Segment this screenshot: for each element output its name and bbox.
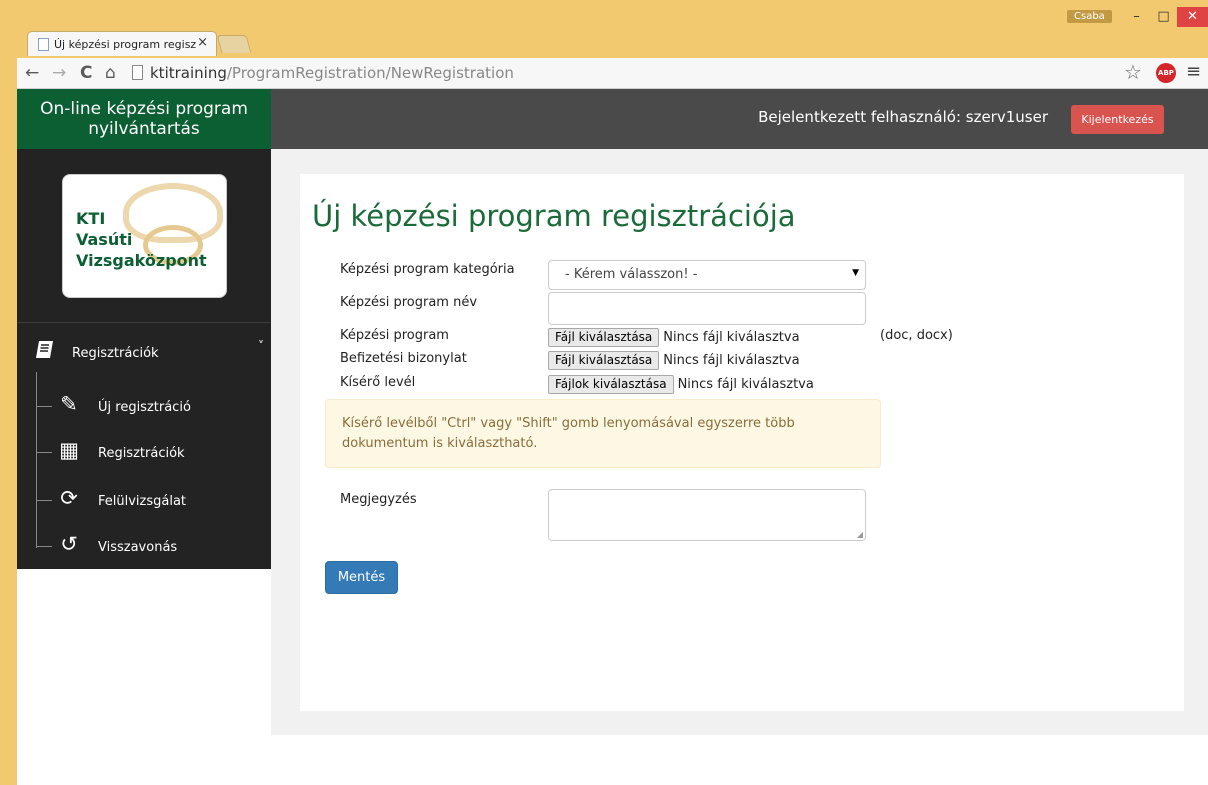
sidebar-item-label: Regisztrációk (98, 446, 185, 461)
chevron-down-icon[interactable]: ˅ (258, 339, 264, 353)
url-field[interactable]: ktitraining/ProgramRegistration/NewRegis… (150, 64, 514, 82)
undo-icon: ↺ (60, 532, 78, 556)
sidebar-divider (17, 322, 271, 323)
note-textarea[interactable]: ◢ (548, 489, 866, 541)
tree-tick (36, 546, 52, 547)
program-file-hint: (doc, docx) (880, 328, 953, 343)
url-host: ktitraining (150, 64, 227, 82)
sidebar-item-label: Felülvizsgálat (98, 494, 187, 509)
forward-arrow-icon[interactable]: → (52, 63, 66, 83)
program-file-label: Képzési program (340, 328, 449, 343)
sidebar-item-label: Visszavonás (98, 540, 178, 555)
logged-in-user: Bejelentkezett felhasználó: szerv1user (758, 108, 1048, 126)
tree-tick (36, 406, 52, 407)
logout-button[interactable]: Kijelentkezés (1071, 105, 1164, 134)
tab-title: Új képzési program regisz (54, 37, 197, 51)
page-icon (132, 65, 143, 80)
close-window-button[interactable]: ✕ (1177, 7, 1208, 27)
program-name-input[interactable] (548, 292, 866, 325)
sidebar-group-registrations[interactable]: Regisztrációk ˅ (34, 339, 264, 367)
browser-titlebar: Új képzési program regisz × Csaba – □ ✕ (0, 0, 1208, 58)
reload-icon[interactable]: C (80, 63, 92, 83)
cover-letter-label: Kísérő levél (340, 375, 416, 390)
brand-title[interactable]: On-line képzési program nyilvántartás (17, 89, 271, 149)
registration-form-panel: Új képzési program regisztrációja Képzés… (300, 174, 1184, 711)
sidebar-group-label: Regisztrációk (72, 346, 159, 361)
dropdown-caret-icon: ▼ (852, 268, 859, 278)
profile-badge[interactable]: Csaba (1067, 10, 1112, 23)
home-icon[interactable]: ⌂ (105, 63, 116, 83)
tree-tick (36, 500, 52, 501)
sidebar-item-new-registration[interactable]: ✎ Új regisztráció (36, 392, 266, 422)
page-favicon-icon (38, 37, 49, 51)
maximize-button[interactable]: □ (1150, 7, 1177, 27)
minimize-button[interactable]: – (1123, 7, 1150, 27)
note-label: Megjegyzés (340, 492, 417, 507)
back-arrow-icon[interactable]: ← (25, 63, 39, 83)
sidebar-item-registrations[interactable]: ▦ Regisztrációk (36, 438, 266, 468)
category-select[interactable]: - Kérem válasszon! - ▼ (548, 260, 866, 290)
url-path: /ProgramRegistration/NewRegistration (226, 64, 514, 82)
program-file-input: Fájl kiválasztása Nincs fájl kiválasztva (548, 328, 800, 348)
browser-tab[interactable]: Új képzési program regisz × (27, 31, 217, 56)
book-icon (34, 339, 56, 366)
address-bar: ← → C ⌂ ktitraining/ProgramRegistration/… (17, 58, 1208, 89)
sidebar-item-review[interactable]: ⟳ Felülvizsgálat (36, 486, 266, 516)
bookmark-star-icon[interactable]: ☆ (1124, 60, 1142, 84)
program-file-button[interactable]: Fájl kiválasztása (548, 328, 660, 347)
receipt-file-label: Befizetési bizonylat (340, 351, 467, 366)
sidebar: KTI Vasúti Vizsgaközpont Regisztrációk ˅… (17, 149, 271, 569)
new-tab-button[interactable] (216, 35, 252, 53)
sidebar-item-withdrawal[interactable]: ↺ Visszavonás (36, 532, 266, 562)
refresh-icon: ⟳ (60, 486, 78, 510)
cover-letter-button[interactable]: Fájlok kiválasztása (548, 375, 674, 394)
page-title: Új képzési program regisztrációja (312, 199, 796, 233)
table-icon: ▦ (59, 438, 79, 462)
receipt-file-button[interactable]: Fájl kiválasztása (548, 351, 660, 370)
logo-text: KTI Vasúti Vizsgaközpont (76, 209, 207, 270)
receipt-file-input: Fájl kiválasztása Nincs fájl kiválasztva (548, 351, 800, 371)
sidebar-item-label: Új regisztráció (98, 400, 191, 415)
resize-grip-icon[interactable]: ◢ (857, 530, 863, 539)
browser-menu-icon[interactable]: ≡ (1186, 61, 1201, 82)
receipt-file-status: Nincs fájl kiválasztva (663, 353, 800, 368)
category-selected-value: - Kérem válasszon! - (565, 267, 698, 282)
cover-letter-status: Nincs fájl kiválasztva (677, 377, 814, 392)
tree-tick (36, 452, 52, 453)
adblock-icon[interactable]: ABP (1156, 63, 1176, 83)
save-button[interactable]: Mentés (325, 561, 398, 594)
program-file-status: Nincs fájl kiválasztva (663, 330, 800, 345)
category-label: Képzési program kategória (340, 262, 515, 277)
page: On-line képzési program nyilvántartás Be… (17, 89, 1208, 785)
kti-logo: KTI Vasúti Vizsgaközpont (62, 174, 227, 298)
app-header: On-line képzési program nyilvántartás Be… (17, 89, 1208, 149)
edit-icon: ✎ (60, 392, 78, 416)
tab-close-icon[interactable]: × (197, 35, 208, 50)
cover-letter-input: Fájlok kiválasztása Nincs fájl kiválasztv… (548, 375, 814, 395)
program-name-label: Képzési program név (340, 295, 478, 310)
multi-select-alert: Kísérő levélből "Ctrl" vagy "Shift" gomb… (325, 399, 881, 468)
